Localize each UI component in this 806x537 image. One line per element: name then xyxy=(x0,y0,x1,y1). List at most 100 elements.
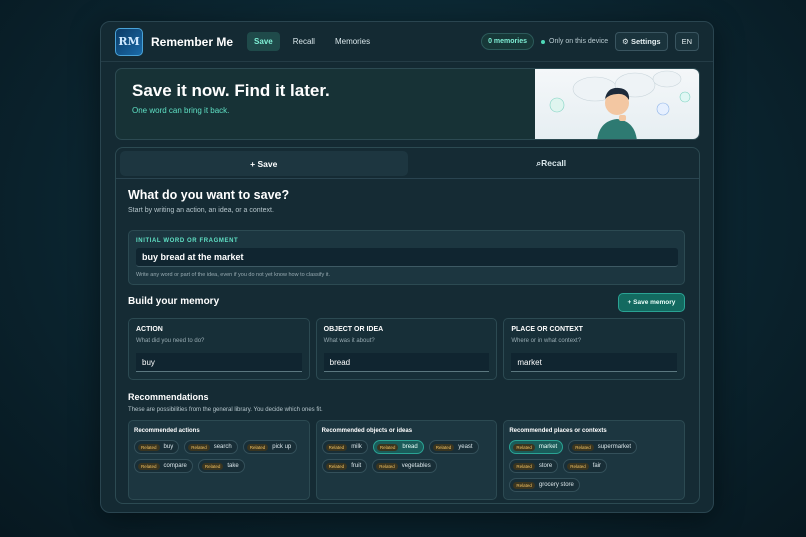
rec-title: Recommended objects or ideas xyxy=(321,428,413,434)
device-note: Only on this device xyxy=(549,38,609,45)
save-description: Start by writing an action, an idea, or … xyxy=(128,207,274,214)
brand-name: Remember Me xyxy=(151,34,234,49)
recommended-actions-panel: Recommended actions Related buy Related se… xyxy=(128,420,310,500)
recommendations-panels: Recommended actions Related buy Related se… xyxy=(128,420,686,500)
related-tag: Related xyxy=(432,443,455,451)
chip-label: fair xyxy=(592,463,602,469)
save-memory-button[interactable]: + Save memory xyxy=(618,293,685,312)
thinking-person-illustration xyxy=(549,70,691,139)
nav-save[interactable]: Save xyxy=(247,32,280,51)
related-tag: Related xyxy=(513,481,535,489)
related-tag: Related xyxy=(325,443,348,451)
object-field: OBJECT OR IDEA What was it about? xyxy=(315,318,498,380)
nav-memories[interactable]: Memories xyxy=(328,32,377,51)
chip-label: buy xyxy=(163,444,174,450)
related-tag: Related xyxy=(138,443,160,451)
chip-fruit[interactable]: Related fruit xyxy=(321,459,368,473)
chip-bread[interactable]: Related bread xyxy=(372,440,424,454)
chip-label: take xyxy=(227,463,239,469)
language-button[interactable]: EN xyxy=(674,32,699,51)
logo: RM xyxy=(115,27,143,56)
chip-milk[interactable]: Related milk xyxy=(321,440,368,454)
chip-label: search xyxy=(213,444,232,450)
nav-recall[interactable]: Recall xyxy=(286,32,322,51)
chip-compare[interactable]: Related compare xyxy=(134,459,193,473)
mode-tabs: + Save ⌕Recall xyxy=(120,151,695,176)
top-bar: RM Remember Me Save Recall Memories 0 me… xyxy=(101,22,713,62)
related-tag: Related xyxy=(201,462,224,470)
chip-label: compare xyxy=(163,463,187,469)
chip-supermarket[interactable]: Related supermarket xyxy=(568,440,638,454)
recommendations-description: These are possibilities from the general… xyxy=(128,407,323,413)
chip-market[interactable]: Related market xyxy=(509,440,564,454)
chip-pick-up[interactable]: Related pick up xyxy=(242,440,298,454)
hero-banner: Save it now. Find it later. One word can… xyxy=(115,68,700,140)
object-input[interactable] xyxy=(323,353,490,372)
initial-word-panel: INITIAL WORD OR FRAGMENT Write any word … xyxy=(128,230,685,285)
related-tag: Related xyxy=(138,462,160,470)
initial-word-label: INITIAL WORD OR FRAGMENT xyxy=(136,238,239,244)
place-input[interactable] xyxy=(511,353,678,372)
save-title: What do you want to save? xyxy=(128,188,290,202)
chip-yeast[interactable]: Related yeast xyxy=(428,440,479,454)
app-window: RM Remember Me Save Recall Memories 0 me… xyxy=(100,21,714,513)
memory-fields: ACTION What did you need to do? OBJECT O… xyxy=(128,318,686,380)
chip-label: milk xyxy=(351,444,362,450)
chip-store[interactable]: Related store xyxy=(509,459,559,473)
related-tag: Related xyxy=(376,462,398,470)
initial-word-help: Write any word or part of the idea, even… xyxy=(136,272,331,278)
chip-label: supermarket xyxy=(597,444,632,450)
chip-label: vegetables xyxy=(401,463,431,469)
hero-title: Save it now. Find it later. xyxy=(132,81,330,100)
field-help: What was it about? xyxy=(323,338,375,344)
chip-label: bread xyxy=(402,444,418,450)
place-field: PLACE OR CONTEXT Where or in what contex… xyxy=(503,318,686,380)
settings-label: Settings xyxy=(630,37,661,46)
related-tag: Related xyxy=(513,443,535,451)
status-dot-icon xyxy=(541,39,545,44)
chip-label: market xyxy=(538,444,558,450)
field-help: What did you need to do? xyxy=(136,338,205,344)
hero-illustration xyxy=(535,69,699,139)
hero-subtitle: One word can bring it back. xyxy=(132,106,230,115)
initial-word-input[interactable] xyxy=(136,248,678,267)
field-title: OBJECT OR IDEA xyxy=(323,326,384,333)
related-tag: Related xyxy=(567,462,589,470)
tab-save[interactable]: + Save xyxy=(120,151,408,176)
chip-label: store xyxy=(538,463,553,469)
recommended-objects-panel: Recommended objects or ideas Related milk… xyxy=(315,420,498,500)
chip-list: Related buy Related search Related pick up … xyxy=(134,440,304,473)
tab-recall[interactable]: ⌕Recall xyxy=(408,151,696,176)
action-input[interactable] xyxy=(136,353,302,372)
chip-list: Related market Related supermarket Related… xyxy=(509,440,679,492)
recommended-places-panel: Recommended places or contexts Related ma… xyxy=(503,420,686,500)
chip-grocery-store[interactable]: Related grocery store xyxy=(509,478,580,492)
chip-take[interactable]: Related take xyxy=(197,459,245,473)
save-card: + Save ⌕Recall What do you want to save?… xyxy=(115,147,700,504)
related-tag: Related xyxy=(513,462,535,470)
chip-label: yeast xyxy=(458,444,473,450)
recommendations-title: Recommendations xyxy=(128,392,209,402)
field-help: Where or in what context? xyxy=(511,338,582,344)
action-field: ACTION What did you need to do? xyxy=(128,318,310,380)
chip-buy[interactable]: Related buy xyxy=(134,440,180,454)
gear-icon: ⚙ xyxy=(622,37,629,46)
memories-count-badge[interactable]: 0 memories xyxy=(481,33,534,50)
related-tag: Related xyxy=(376,443,399,451)
device-status: Only on this device xyxy=(541,38,608,45)
chip-label: fruit xyxy=(351,463,362,469)
build-title: Build your memory xyxy=(128,296,220,307)
chip-label: grocery store xyxy=(538,482,574,488)
chip-search[interactable]: Related search xyxy=(184,440,238,454)
related-tag: Related xyxy=(246,443,269,451)
rec-title: Recommended actions xyxy=(134,428,200,434)
chip-vegetables[interactable]: Related vegetables xyxy=(372,459,437,473)
main-nav: Save Recall Memories xyxy=(247,32,377,51)
chip-list: Related milk Related bread Related yeast Re… xyxy=(321,440,492,473)
field-title: ACTION xyxy=(136,326,163,333)
rec-title: Recommended places or contexts xyxy=(509,428,607,434)
related-tag: Related xyxy=(188,443,210,451)
chip-fair[interactable]: Related fair xyxy=(563,459,608,473)
settings-button[interactable]: ⚙ Settings xyxy=(615,32,668,51)
related-tag: Related xyxy=(325,462,348,470)
